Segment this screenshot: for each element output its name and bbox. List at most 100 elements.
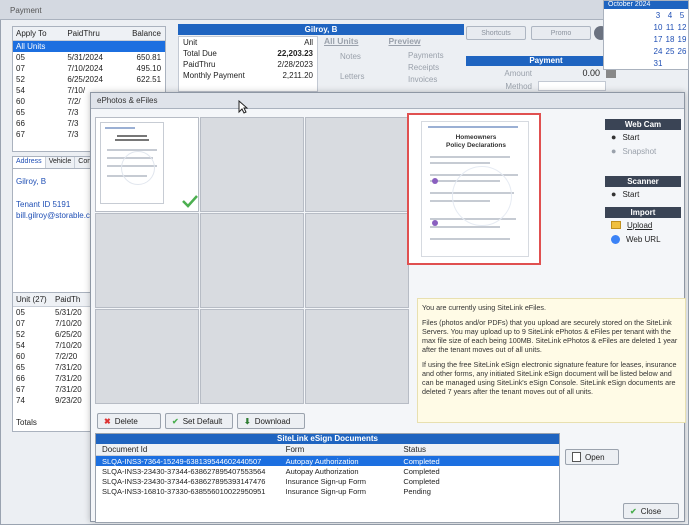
delete-icon: ✖ <box>104 416 111 426</box>
table-row[interactable]: SLQA-INS3-7364-15249-638139544602440507 A… <box>96 456 559 466</box>
cell: 67 <box>16 130 25 139</box>
calendar-day[interactable]: 4 <box>664 11 676 20</box>
col-document-id[interactable]: Document Id <box>96 445 282 454</box>
calendar-day[interactable]: 18 <box>664 35 676 44</box>
download-button[interactable]: ⬇ Download <box>237 413 305 429</box>
esign-title: SiteLink eSign Documents <box>96 434 559 444</box>
table-row[interactable]: SLQA-INS3-23430-37344-638627895407553564… <box>96 466 559 476</box>
calendar-day[interactable]: 26 <box>676 47 688 56</box>
table-row[interactable]: All Units <box>13 41 165 52</box>
photo-cell-8[interactable] <box>200 309 304 404</box>
calendar-day[interactable]: 11 <box>664 23 676 32</box>
cell: 622.51 <box>136 75 162 84</box>
snapshot-button[interactable]: ● Snapshot <box>605 144 681 158</box>
photo-cell-1[interactable] <box>95 117 199 212</box>
open-button[interactable]: Open <box>565 449 619 465</box>
table-row[interactable]: 60 7/2/20 <box>13 351 91 362</box>
cell: SLQA-INS3-23430-37344-638627895407553564 <box>102 466 266 476</box>
calendar-day[interactable]: 12 <box>676 23 688 32</box>
unit-grid-header: Unit (27) PaidTh <box>13 293 91 307</box>
table-row[interactable]: 05 5/31/20 <box>13 307 91 318</box>
notes-button[interactable]: Notes <box>322 50 394 64</box>
table-row[interactable]: 07 7/10/2024 495.10 <box>13 63 165 74</box>
calendar-day[interactable]: 17 <box>652 35 664 44</box>
table-row[interactable]: 66 7/31/20 <box>13 373 91 384</box>
col-paidthru[interactable]: PaidTh <box>52 295 91 304</box>
payment-window-titlebar: Payment <box>0 0 689 20</box>
document-preview[interactable]: Homeowners Policy Declarations <box>407 113 541 265</box>
promo-button[interactable]: Promo <box>531 26 591 40</box>
cell: 65 <box>16 363 25 372</box>
tab-address[interactable]: Address <box>13 157 46 168</box>
table-row[interactable]: 07 7/10/20 <box>13 318 91 329</box>
cell: 05 <box>16 308 25 317</box>
table-row[interactable]: 52 6/25/2024 622.51 <box>13 74 165 85</box>
calendar-day[interactable]: 31 <box>652 59 664 68</box>
table-row[interactable]: 52 6/25/20 <box>13 329 91 340</box>
amount-input[interactable]: 0.00 <box>538 68 600 78</box>
calendar-day[interactable]: 10 <box>652 23 664 32</box>
table-row[interactable]: 54 7/10/20 <box>13 340 91 351</box>
tab-vehicle[interactable]: Vehicle <box>45 157 76 168</box>
calendar-day[interactable]: 25 <box>664 47 676 56</box>
close-button[interactable]: ✔ Close <box>623 503 679 519</box>
cell: 9/23/20 <box>55 396 82 405</box>
col-paidthru[interactable]: PaidThru <box>64 29 115 38</box>
receipts-button[interactable]: Receipts <box>394 62 444 74</box>
photo-cell-3[interactable] <box>305 117 409 212</box>
table-row[interactable]: SLQA-INS3-23430-37344-638627895393147476… <box>96 476 559 486</box>
web-url-button[interactable]: Web URL <box>605 232 681 246</box>
cell: 52 <box>16 75 25 84</box>
table-row[interactable]: SLQA-INS3-16810-37330-638556010022950951… <box>96 486 559 496</box>
payments-button[interactable]: Payments <box>394 50 444 62</box>
letters-label: Letters <box>340 72 365 81</box>
set-default-label: Set Default <box>182 416 223 426</box>
check-icon: ✔ <box>630 506 637 516</box>
all-units-header[interactable]: All Units <box>324 36 358 46</box>
calendar-day[interactable]: 5 <box>676 11 688 20</box>
unit-grid[interactable]: Unit (27) PaidTh 05 5/31/20 07 7/10/20 52 6… <box>12 292 92 432</box>
table-row[interactable]: 65 7/31/20 <box>13 362 91 373</box>
camera-icon: ● <box>611 132 617 142</box>
photo-cell-6[interactable] <box>305 213 409 308</box>
scanner-start-button[interactable]: ● Start <box>605 187 681 201</box>
col-balance[interactable]: Balance <box>116 29 165 38</box>
cell: SLQA-INS3-7364-15249-638139544602440507 <box>102 456 262 466</box>
unit-summary: Unit All Total Due 22,203.23 PaidThru 2/28/… <box>178 36 318 92</box>
letters-button[interactable]: Letters <box>322 70 394 84</box>
photo-cell-2[interactable] <box>200 117 304 212</box>
col-status[interactable]: Status <box>399 445 559 454</box>
table-row[interactable]: 05 5/31/2024 650.81 <box>13 52 165 63</box>
invoices-button[interactable]: Invoices <box>394 74 444 86</box>
calendar[interactable]: October 2024 345 10 11 12 17 18 19 24 25 26 31 <box>603 0 689 70</box>
tenant-email[interactable]: bill.gilroy@storable.c <box>13 209 91 220</box>
shortcuts-button[interactable]: Shortcuts <box>466 26 526 40</box>
scanner-icon: ● <box>611 189 617 199</box>
set-default-button[interactable]: ✔ Set Default <box>165 413 233 429</box>
tenant-name: Gilroy, B <box>16 177 47 186</box>
col-apply-to[interactable]: Apply To <box>13 29 64 38</box>
apply-grid-header: Apply To PaidThru Balance <box>13 27 165 41</box>
calendar-day[interactable]: 3 <box>652 11 664 20</box>
esign-header: Document Id Form Status <box>96 444 559 456</box>
calendar-day[interactable]: 24 <box>652 47 664 56</box>
cell: 5/31/20 <box>55 308 82 317</box>
photo-cell-4[interactable] <box>95 213 199 308</box>
preview-header[interactable]: Preview <box>388 36 420 46</box>
esign-documents-grid[interactable]: SiteLink eSign Documents Document Id For… <box>95 433 560 523</box>
cell: 495.10 <box>136 64 162 73</box>
scanner-start-label: Start <box>622 189 640 199</box>
photo-cell-7[interactable] <box>95 309 199 404</box>
col-unit[interactable]: Unit (27) <box>13 295 52 304</box>
webcam-start-button[interactable]: ● Start <box>605 130 681 144</box>
photo-cell-5[interactable] <box>200 213 304 308</box>
table-row[interactable]: 74 9/23/20 <box>13 395 91 406</box>
col-form[interactable]: Form <box>282 445 400 454</box>
delete-button[interactable]: ✖ Delete <box>97 413 161 429</box>
calendar-day[interactable]: 19 <box>676 35 688 44</box>
photo-cell-9[interactable] <box>305 309 409 404</box>
invoices-label: Invoices <box>408 75 438 84</box>
table-row[interactable]: 67 7/31/20 <box>13 384 91 395</box>
method-select[interactable] <box>538 81 606 91</box>
upload-button[interactable]: Upload <box>605 218 681 232</box>
